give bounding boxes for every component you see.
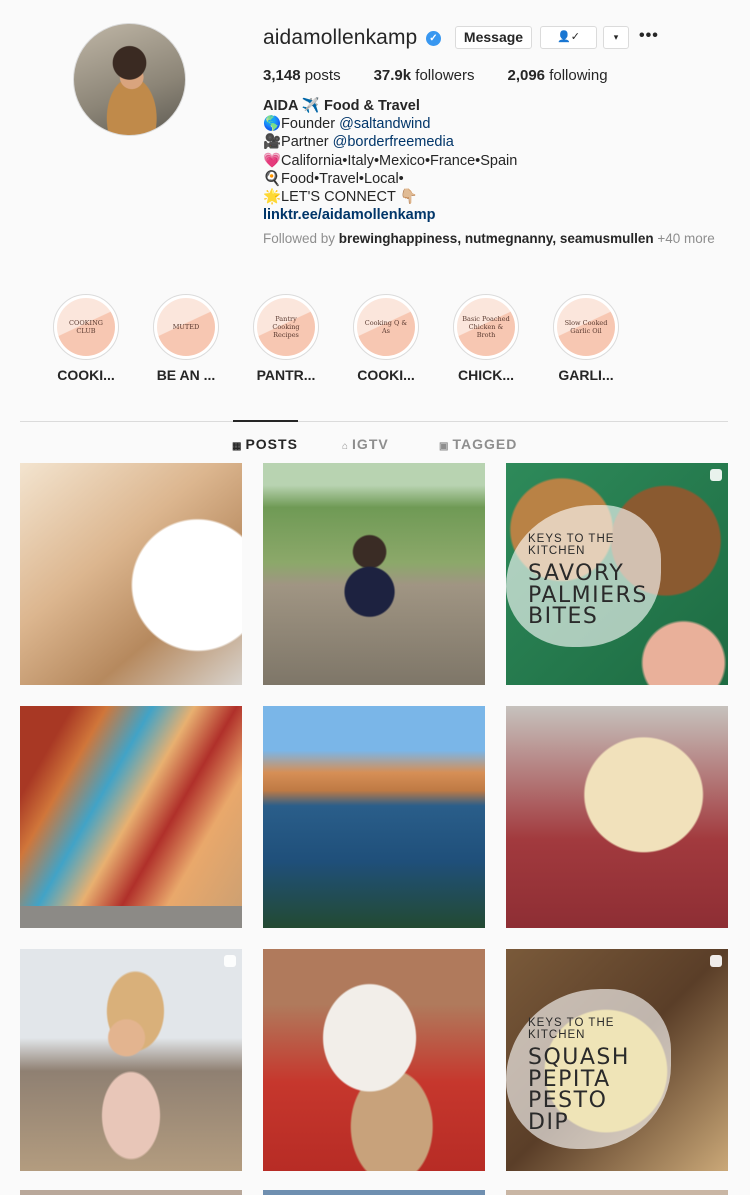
post-thumbnail-partial[interactable] [20,1190,242,1195]
highlight-label: COOKI... [57,367,115,383]
highlight-cooking-club[interactable]: COOKING CLUB COOKI... [53,294,119,383]
profile-bio: AIDA ✈️ Food & Travel 🌎Founder @saltandw… [263,97,517,224]
bio-line-places: 💗California•Italy•Mexico•France•Spain [263,152,518,169]
profile-full-name: AIDA ✈️ Food & Travel [263,98,420,114]
post-thumbnail[interactable] [506,706,728,928]
highlight-cover: Slow Cooked Garlic Oil [557,298,615,356]
tab-tagged[interactable]: ▣ TAGGED [439,436,517,452]
posts-count: 3,148 posts [263,67,341,84]
post-thumbnail[interactable] [20,949,242,1171]
profile-avatar[interactable] [73,23,186,136]
post-thumbnail[interactable] [20,463,242,685]
post-thumbnail[interactable] [263,949,485,1171]
post-thumbnail[interactable] [20,706,242,928]
tab-posts[interactable]: ▦ POSTS [232,436,298,452]
post-thumbnail-partial[interactable] [506,1190,728,1195]
highlight-cover: Pantry Cooking Recipes [257,298,315,356]
post-thumbnail-partial[interactable] [263,1190,485,1195]
tab-igtv[interactable]: ⌂ IGTV [342,436,389,452]
carousel-icon [224,955,236,967]
highlight-label: GARLI... [558,367,614,383]
post-thumbnail[interactable]: KEYS TO THE KITCHEN SAVORY PALMIERS BITE… [506,463,728,685]
highlight-pantry[interactable]: Pantry Cooking Recipes PANTR... [253,294,319,383]
mention-borderfreemedia[interactable]: @borderfreemedia [333,134,454,150]
highlight-label: BE AN ... [156,367,216,383]
following-button[interactable]: 👤✓ [540,26,597,49]
highlight-cover: COOKING CLUB [57,298,115,356]
highlight-label: CHICK... [458,367,514,383]
highlight-cover: Cooking Q & As [357,298,415,356]
mention-saltandwind[interactable]: @saltandwind [339,116,430,132]
grid-icon: ▦ [232,441,243,452]
igtv-icon: ⌂ [342,441,350,452]
following-count[interactable]: 2,096 following [507,67,607,84]
post-thumbnail[interactable] [263,706,485,928]
profile-stats: 3,148 posts 37.9k followers 2,096 follow… [263,67,641,84]
post-text-overlay: KEYS TO THE KITCHEN SAVORY PALMIERS BITE… [506,505,661,647]
highlight-cover: MUTED [157,298,215,356]
bio-line-connect: 🌟LET'S CONNECT 👇🏼 [263,189,418,206]
bio-link[interactable]: linktr.ee/aidamollenkamp [263,206,517,224]
post-thumbnail[interactable] [263,463,485,685]
bio-line-founder: 🌎Founder @saltandwind [263,116,431,133]
bio-line-partner: 🎥Partner @borderfreemedia [263,134,454,151]
post-thumbnail[interactable]: KEYS TO THE KITCHEN SQUASH PEPITA PESTO … [506,949,728,1171]
profile-username: aidamollenkamp [263,26,418,49]
bio-line-food: 🍳Food•Travel•Local• [263,170,404,187]
tagged-icon: ▣ [439,441,450,452]
igtv-post-icon [710,469,722,481]
post-text-overlay: KEYS TO THE KITCHEN SQUASH PEPITA PESTO … [506,989,671,1149]
highlight-label: PANTR... [256,367,316,383]
message-button[interactable]: Message [455,26,532,49]
igtv-post-icon [710,955,722,967]
highlight-muted[interactable]: MUTED BE AN ... [153,294,219,383]
verified-badge-icon: ✓ [426,31,441,46]
highlight-cooking-qa[interactable]: Cooking Q & As COOKI... [353,294,419,383]
highlight-cover: Basic Poached Chicken & Broth [457,298,515,356]
followed-by[interactable]: Followed by brewinghappiness, nutmegnann… [263,232,733,246]
more-options-icon[interactable]: ••• [639,27,659,45]
active-tab-indicator [233,420,298,422]
highlight-garlic[interactable]: Slow Cooked Garlic Oil GARLI... [553,294,619,383]
suggestions-dropdown-button[interactable]: ▾ [603,26,629,49]
tabs-divider [20,421,728,422]
followers-count[interactable]: 37.9k followers [374,67,475,84]
highlight-label: COOKI... [357,367,415,383]
highlight-chicken[interactable]: Basic Poached Chicken & Broth CHICK... [453,294,519,383]
